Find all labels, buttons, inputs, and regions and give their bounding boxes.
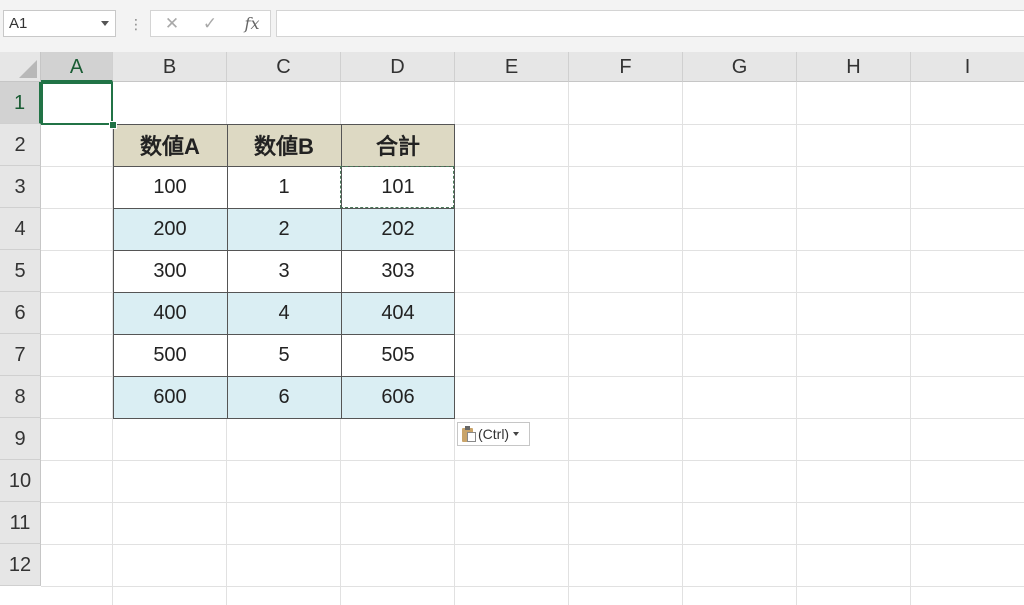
table-cell[interactable]: 606 [341,376,455,418]
row-header-9[interactable]: 9 [0,418,41,460]
gridline-horizontal [41,586,1024,587]
column-headers: ABCDEFGHI [0,52,1024,82]
row-header-6[interactable]: 6 [0,292,41,334]
table-cell[interactable]: 100 [113,166,227,208]
table-border [113,418,455,419]
table-cell[interactable]: 202 [341,208,455,250]
table-border [113,250,455,251]
column-header-g[interactable]: G [683,52,797,82]
table-border [113,208,455,209]
chevron-down-icon[interactable] [101,21,109,26]
table-cell[interactable]: 303 [341,250,455,292]
gridline-vertical [910,82,911,605]
select-all-button[interactable] [0,52,41,82]
row-header-12[interactable]: 12 [0,544,41,586]
table-border [113,334,455,335]
column-header-c[interactable]: C [227,52,341,82]
table-cell[interactable]: 101 [341,166,455,208]
table-cell[interactable]: 404 [341,292,455,334]
paste-options-button[interactable]: (Ctrl) [457,422,530,446]
table-cell[interactable]: 400 [113,292,227,334]
column-header-e[interactable]: E [455,52,569,82]
paste-options-label: (Ctrl) [478,426,510,442]
row-header-8[interactable]: 8 [0,376,41,418]
row-header-2[interactable]: 2 [0,124,41,166]
row-header-1[interactable]: 1 [0,82,41,124]
table-cell[interactable]: 600 [113,376,227,418]
table-cell[interactable]: 5 [227,334,341,376]
chevron-down-icon [513,432,520,436]
gridline-horizontal [41,502,1024,503]
formula-controls: ✕ ✓ fx [150,10,271,37]
column-header-a[interactable]: A [41,52,113,82]
row-header-5[interactable]: 5 [0,250,41,292]
gridline-horizontal [41,460,1024,461]
name-box[interactable]: A1 [3,10,116,37]
gridline-horizontal [41,544,1024,545]
table-cell[interactable]: 2 [227,208,341,250]
cancel-icon[interactable]: ✕ [157,13,187,35]
table-border [454,124,455,419]
grip-icon[interactable]: ⋮ [129,14,143,34]
table-cell[interactable]: 3 [227,250,341,292]
formula-input[interactable] [276,10,1024,37]
row-header-3[interactable]: 3 [0,166,41,208]
enter-check-icon[interactable]: ✓ [195,13,225,35]
table-header-cell[interactable]: 合計 [341,124,455,166]
table-border [113,124,455,125]
table-border [341,124,342,419]
column-header-f[interactable]: F [569,52,683,82]
table-header-cell[interactable]: 数値A [113,124,227,166]
table-cell[interactable]: 4 [227,292,341,334]
table-border [113,124,114,419]
select-all-triangle-icon [19,60,37,78]
column-header-b[interactable]: B [113,52,227,82]
fill-handle[interactable] [109,121,117,129]
table-border [113,376,455,377]
insert-function-icon[interactable]: fx [237,13,267,35]
column-header-h[interactable]: H [797,52,911,82]
table-cell[interactable]: 300 [113,250,227,292]
row-header-7[interactable]: 7 [0,334,41,376]
formula-bar-area: A1 ⋮ ✕ ✓ fx [0,0,1024,53]
table-cell[interactable]: 200 [113,208,227,250]
table-cell[interactable]: 505 [341,334,455,376]
name-box-value: A1 [9,15,28,32]
active-cell-a1[interactable] [41,82,113,125]
clipboard-icon [462,426,476,442]
table-header-cell[interactable]: 数値B [227,124,341,166]
gridline-vertical [796,82,797,605]
table-border [113,166,455,167]
row-header-11[interactable]: 11 [0,502,41,544]
column-header-i[interactable]: I [911,52,1024,82]
table-cell[interactable]: 500 [113,334,227,376]
column-header-d[interactable]: D [341,52,455,82]
gridline-vertical [682,82,683,605]
table-border [227,124,228,419]
gridline-vertical [568,82,569,605]
row-header-10[interactable]: 10 [0,460,41,502]
table-cell[interactable]: 1 [227,166,341,208]
table-cell[interactable]: 6 [227,376,341,418]
row-header-4[interactable]: 4 [0,208,41,250]
table-border [113,292,455,293]
